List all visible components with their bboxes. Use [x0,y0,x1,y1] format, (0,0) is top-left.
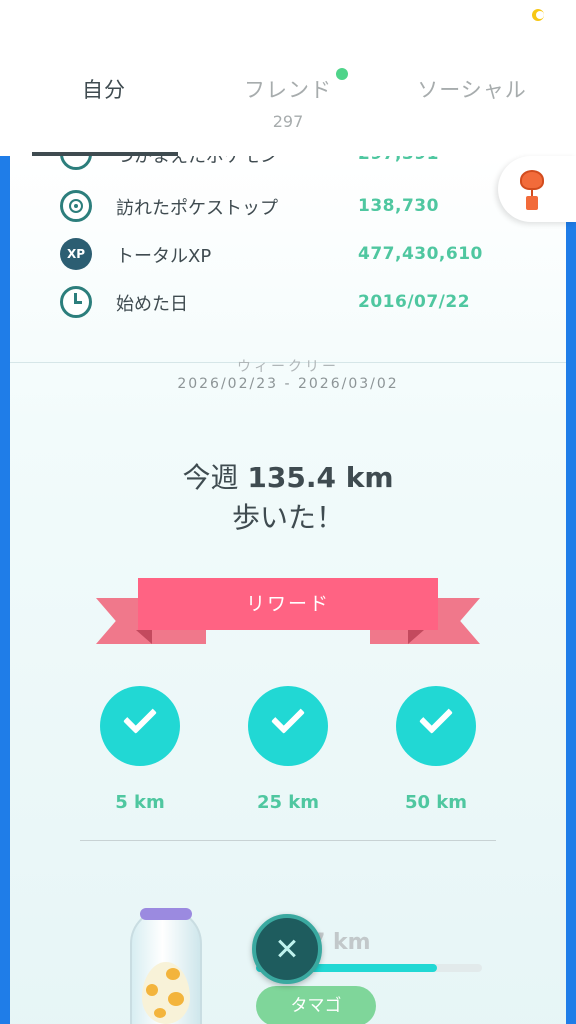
stat-row-caught: つかまえたポケモン 297,391 [60,156,510,174]
notification-dot [336,68,348,80]
walked-suffix: 歩いた！ [231,501,344,534]
tab-friends-label: フレンド [244,78,332,102]
reward-label: 50 km [404,792,468,813]
weekly-distance: 今週 135.4 km [10,456,566,496]
reward-label: 25 km [256,792,320,813]
stat-label: トータルXP [116,246,212,267]
walked-distance: 135.4 km [247,461,394,494]
stat-row-xp: XP トータルXP 477,430,610 [60,234,510,274]
weekly-date-range: 2026/02/23 - 2026/03/02 [177,376,399,392]
status-bar [0,0,576,34]
checkmark [271,700,305,734]
stat-row-pokestops: 訪れたポケストップ 138,730 [60,186,510,226]
battery-saver-icon [532,9,544,21]
egg-icon [142,962,190,1024]
stat-label: 訪れたポケストップ [116,198,278,219]
stat-label: つかまえたポケモン [116,156,278,167]
tab-me-label: 自分 [82,78,126,102]
clock-icon [60,286,92,318]
balloon-button[interactable] [498,156,576,222]
stat-value: 138,730 [358,196,439,216]
incubator-cap [140,908,192,920]
stat-row-start-date: 始めた日 2016/07/22 [60,282,510,322]
egg-spot [146,984,158,996]
friend-count: 297 [272,112,304,131]
close-button[interactable] [252,914,322,984]
stat-value: 477,430,610 [358,244,483,264]
pokemon-caught-icon [60,156,92,170]
egg-spot [154,1008,166,1018]
profile-frame: つかまえたポケモン 297,391 訪れたポケストップ 138,730 XP ト… [0,156,576,1024]
tab-social[interactable]: ソーシャル [376,74,568,104]
pokestop-ring [69,199,83,213]
tab-me[interactable]: 自分 [8,74,200,104]
check-icon [248,686,328,766]
checkmark [419,700,453,734]
profile-tabs: 自分 フレンド 297 ソーシャル [0,34,576,156]
egg-button[interactable]: タマゴ [256,986,376,1024]
egg-spot [168,992,184,1006]
pokestop-icon [60,190,92,222]
reward-5km[interactable]: 5 km [100,686,180,813]
reward-25km[interactable]: 25 km [248,686,328,813]
balloon-basket [526,196,538,210]
stat-value: 2016/07/22 [358,292,471,312]
clock-hand [74,301,82,304]
check-icon [100,686,180,766]
checkmark [123,700,157,734]
walked-prefix: 今週 [182,461,248,494]
reward-label: 5 km [115,792,165,813]
check-icon [396,686,476,766]
tab-social-label: ソーシャル [417,78,527,102]
egg-spot [166,968,180,980]
rewards-banner: リワード [138,578,438,630]
balloon-icon [520,170,544,190]
stat-value: 297,391 [358,156,439,164]
profile-card[interactable]: つかまえたポケモン 297,391 訪れたポケストップ 138,730 XP ト… [10,156,566,1024]
active-tab-indicator [32,152,178,156]
xp-icon: XP [60,238,92,270]
weekly-title: ウィークリー [237,359,339,375]
reward-50km[interactable]: 50 km [396,686,476,813]
tab-friends[interactable]: フレンド 297 [192,74,384,131]
stat-label: 始めた日 [116,294,188,315]
rewards-divider [80,840,496,841]
